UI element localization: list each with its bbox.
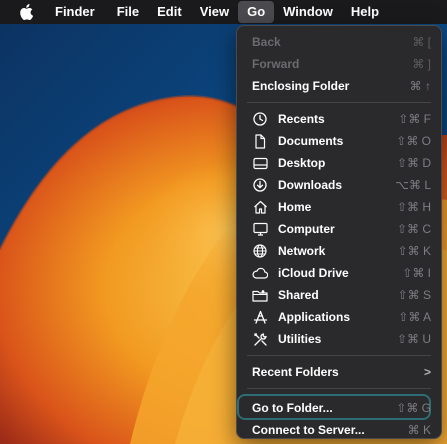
menu-item-label: iCloud Drive bbox=[278, 266, 349, 280]
menu-item-label: Downloads bbox=[278, 178, 343, 192]
shortcut-label: ⌘ [ bbox=[412, 35, 431, 49]
menu-item-recents[interactable]: Recents ⇧⌘ F bbox=[237, 108, 441, 130]
menu-finder[interactable]: Finder bbox=[46, 1, 104, 23]
menu-item-computer[interactable]: Computer ⇧⌘ C bbox=[237, 218, 441, 240]
shortcut-label: ⇧⌘ D bbox=[396, 156, 431, 170]
shortcut-label: ⇧⌘ C bbox=[396, 222, 431, 236]
menu-separator bbox=[247, 102, 431, 103]
applications-icon bbox=[252, 309, 268, 325]
shortcut-label: ⇧⌘ F bbox=[398, 112, 431, 126]
menu-item-label: Shared bbox=[278, 288, 319, 302]
menu-help[interactable]: Help bbox=[342, 1, 388, 23]
shared-folder-icon bbox=[252, 287, 268, 303]
menu-bar: Finder File Edit View Go Window Help bbox=[0, 0, 447, 24]
menu-item-label: Computer bbox=[278, 222, 335, 236]
menu-item-downloads[interactable]: Downloads ⌥⌘ L bbox=[237, 174, 441, 196]
menu-item-label: Home bbox=[278, 200, 312, 214]
menu-item-shared[interactable]: Shared ⇧⌘ S bbox=[237, 284, 441, 306]
shortcut-label: ⇧⌘ O bbox=[396, 134, 431, 148]
document-icon bbox=[252, 133, 268, 149]
menu-item-go-to-folder[interactable]: Go to Folder... ⇧⌘ G bbox=[237, 394, 435, 420]
menu-item-label: Back bbox=[252, 35, 281, 49]
submenu-chevron-icon: > bbox=[423, 365, 431, 379]
shortcut-label: ⇧⌘ A bbox=[398, 310, 431, 324]
menu-item-applications[interactable]: Applications ⇧⌘ A bbox=[237, 306, 441, 328]
menu-separator bbox=[247, 388, 431, 389]
menu-item-recent-folders[interactable]: Recent Folders > bbox=[237, 361, 441, 383]
menu-item-network[interactable]: Network ⇧⌘ K bbox=[237, 240, 441, 262]
menu-window[interactable]: Window bbox=[274, 1, 342, 23]
shortcut-label: ⌘ K bbox=[407, 423, 431, 437]
shortcut-label: ⌥⌘ L bbox=[395, 178, 431, 192]
shortcut-label: ⇧⌘ U bbox=[396, 332, 431, 346]
menu-go[interactable]: Go bbox=[238, 1, 275, 23]
menu-item-label: Desktop bbox=[278, 156, 326, 170]
menu-separator bbox=[247, 355, 431, 356]
computer-icon bbox=[252, 221, 268, 237]
menu-item-icloud-drive[interactable]: iCloud Drive ⇧⌘ I bbox=[237, 262, 441, 284]
menu-item-label: Applications bbox=[278, 310, 351, 324]
menu-item-enclosing-folder[interactable]: Enclosing Folder ⌘ ↑ bbox=[237, 75, 441, 97]
go-menu-dropdown: Back ⌘ [ Forward ⌘ ] Enclosing Folder ⌘ … bbox=[236, 25, 442, 439]
shortcut-label: ⇧⌘ H bbox=[396, 200, 431, 214]
shortcut-label: ⇧⌘ G bbox=[396, 401, 431, 415]
menu-file[interactable]: File bbox=[108, 1, 148, 23]
menu-edit[interactable]: Edit bbox=[148, 1, 191, 23]
clock-icon bbox=[252, 111, 268, 127]
menu-item-label: Go to Folder... bbox=[252, 401, 333, 415]
cloud-icon bbox=[252, 265, 268, 281]
menu-item-home[interactable]: Home ⇧⌘ H bbox=[237, 196, 441, 218]
shortcut-label: ⇧⌘ S bbox=[397, 288, 431, 302]
shortcut-label: ⌘ ] bbox=[412, 57, 431, 71]
apple-logo-icon[interactable] bbox=[17, 4, 35, 20]
menu-item-utilities[interactable]: Utilities ⇧⌘ U bbox=[237, 328, 441, 350]
home-icon bbox=[252, 199, 268, 215]
menu-item-label: Utilities bbox=[278, 332, 322, 346]
menu-item-label: Recents bbox=[278, 112, 325, 126]
menu-item-label: Forward bbox=[252, 57, 300, 71]
menu-item-back[interactable]: Back ⌘ [ bbox=[237, 31, 441, 53]
menu-item-desktop[interactable]: Desktop ⇧⌘ D bbox=[237, 152, 441, 174]
menu-item-forward[interactable]: Forward ⌘ ] bbox=[237, 53, 441, 75]
shortcut-label: ⇧⌘ I bbox=[402, 266, 431, 280]
menu-item-documents[interactable]: Documents ⇧⌘ O bbox=[237, 130, 441, 152]
menu-item-label: Recent Folders bbox=[252, 365, 339, 379]
utilities-icon bbox=[252, 331, 268, 347]
menu-item-label: Connect to Server... bbox=[252, 423, 365, 437]
menu-view[interactable]: View bbox=[191, 1, 238, 23]
download-icon bbox=[252, 177, 268, 193]
menu-item-label: Network bbox=[278, 244, 326, 258]
network-icon bbox=[252, 243, 268, 259]
menu-item-label: Documents bbox=[278, 134, 344, 148]
shortcut-label: ⇧⌘ K bbox=[397, 244, 431, 258]
menu-item-connect-to-server[interactable]: Connect to Server... ⌘ K bbox=[237, 419, 441, 441]
desktop-icon bbox=[252, 155, 268, 171]
shortcut-label: ⌘ ↑ bbox=[409, 79, 431, 93]
menu-item-label: Enclosing Folder bbox=[252, 79, 350, 93]
